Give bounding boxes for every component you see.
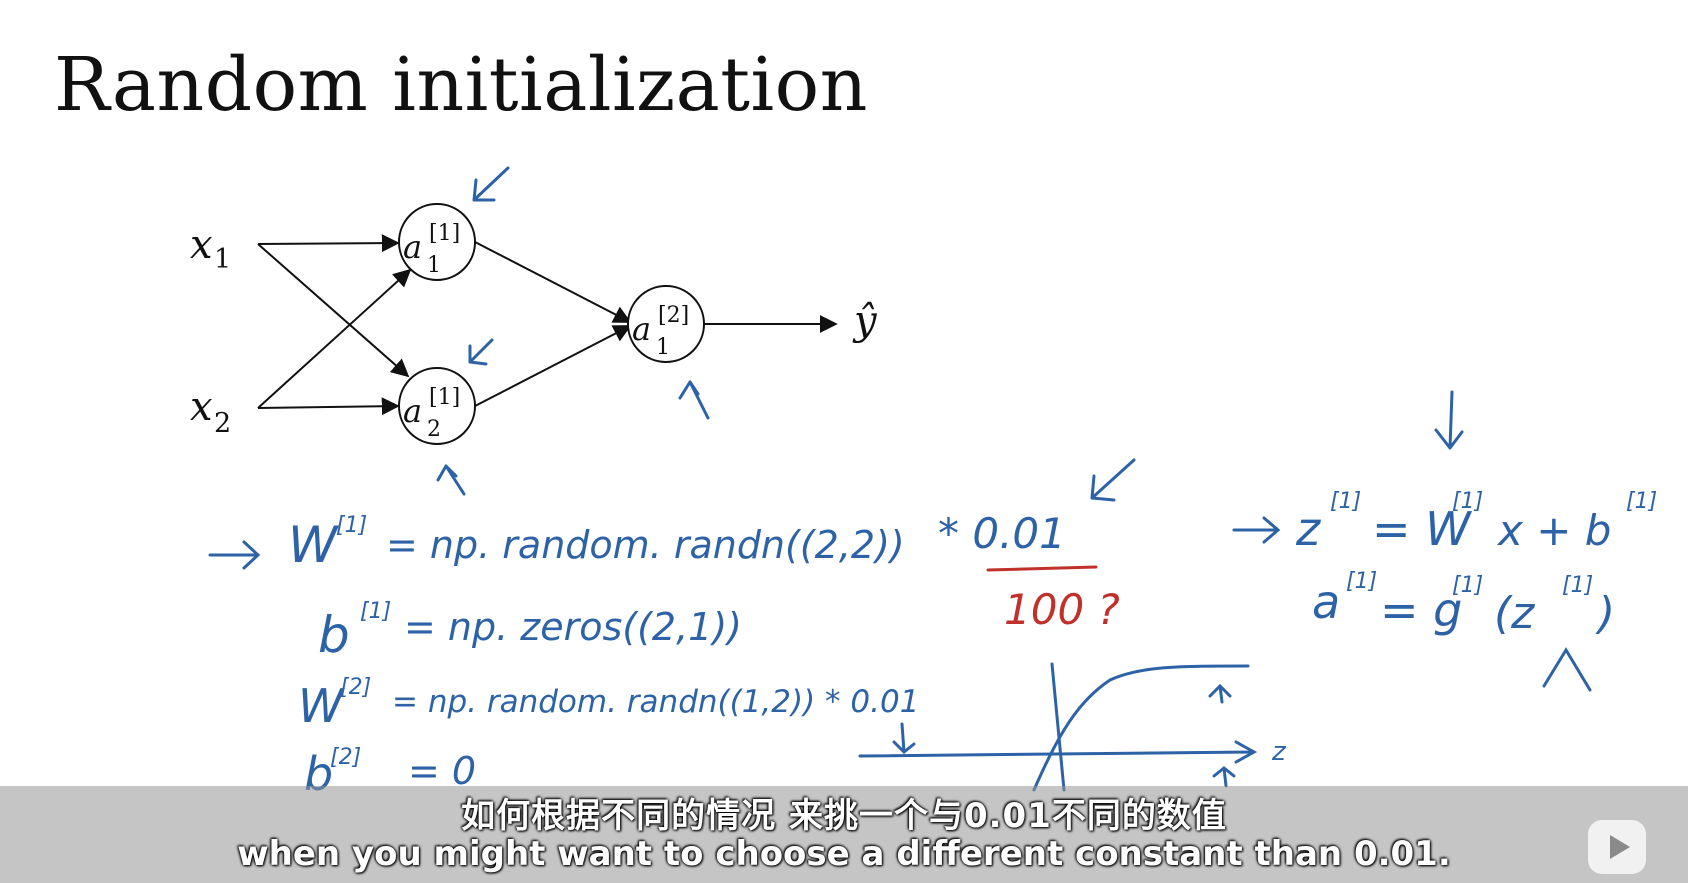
bullet-arrow-w1 bbox=[208, 540, 261, 570]
svg-text:1: 1 bbox=[214, 244, 231, 275]
sketch-axis-label-z: z bbox=[1271, 737, 1287, 767]
svg-text:[2]: [2] bbox=[330, 745, 361, 770]
svg-text:1: 1 bbox=[656, 335, 670, 360]
sketch-arrow-left bbox=[892, 722, 916, 755]
svg-text:x: x bbox=[190, 384, 213, 430]
svg-text:[1]: [1] bbox=[1452, 489, 1483, 514]
network-diagram: x 1 x 2 a 1 [1] a 2 [1] a 1 [2] ŷ bbox=[190, 203, 878, 445]
hand-arrow-eq-bottom bbox=[1542, 647, 1592, 692]
svg-text:W: W bbox=[298, 679, 345, 733]
hand-eq-z1: z [1] = W [1] x + b [1] bbox=[1295, 489, 1657, 556]
play-icon bbox=[1609, 835, 1630, 859]
svg-text:* 0.01: * 0.01 bbox=[938, 509, 1066, 558]
svg-text:): ) bbox=[1595, 588, 1615, 639]
svg-text:[1]: [1] bbox=[1562, 573, 1593, 598]
svg-text:[1]: [1] bbox=[1330, 489, 1361, 514]
sketch-sigmoid-curve bbox=[1032, 664, 1250, 792]
hand-arrow-node2 bbox=[468, 338, 494, 366]
svg-text:= np. random. randn((1,2)) * 0: = np. random. randn((1,2)) * 0.01 bbox=[392, 684, 919, 720]
svg-text:= np. zeros((2,1)): = np. zeros((2,1)) bbox=[404, 605, 742, 649]
hand-eq-a1: a [1] = g [1] (z [1] ) bbox=[1312, 569, 1615, 639]
output-yhat-label: ŷ bbox=[852, 298, 878, 344]
svg-text:2: 2 bbox=[214, 408, 231, 439]
hand-correction-100: 100 ? bbox=[1004, 585, 1120, 634]
svg-text:[1]: [1] bbox=[1626, 489, 1657, 514]
subtitle-english: when you might want to choose a differen… bbox=[237, 834, 1451, 874]
hand-line-w1: W [1] = np. random. randn((2,2)) * 0.01 bbox=[288, 509, 1066, 574]
slide-drawing: x 1 x 2 a 1 [1] a 2 [1] a 1 [2] ŷ W [1] … bbox=[190, 166, 1657, 801]
svg-text:[2]: [2] bbox=[340, 675, 371, 700]
edge-x1-a2 bbox=[257, 243, 410, 378]
bullet-arrow-z1 bbox=[1232, 516, 1281, 544]
svg-text:x: x bbox=[190, 222, 213, 268]
sketch-y-axis bbox=[1050, 662, 1066, 792]
edge-a2-out bbox=[474, 325, 632, 407]
svg-text:z: z bbox=[1295, 502, 1321, 556]
edge-x2-a1 bbox=[257, 268, 412, 409]
player-logo-button[interactable] bbox=[1588, 820, 1646, 874]
hand-arrow-node1 bbox=[472, 166, 510, 202]
svg-text:b: b bbox=[318, 606, 350, 664]
edge-a1-out bbox=[474, 241, 632, 323]
hand-line-b1: b [1] = np. zeros((2,1)) bbox=[318, 599, 742, 664]
hand-arrow-node2-below bbox=[436, 464, 466, 496]
svg-text:[1]: [1] bbox=[429, 385, 460, 410]
svg-text:a: a bbox=[403, 392, 422, 430]
hand-arrow-eq-top bbox=[1434, 390, 1464, 450]
input-x2-label: x 2 bbox=[190, 384, 231, 439]
scale-underline bbox=[986, 565, 1098, 572]
svg-text:a: a bbox=[632, 310, 651, 348]
svg-text:(z: (z bbox=[1494, 588, 1535, 639]
svg-text:= np. random. randn((2,2)): = np. random. randn((2,2)) bbox=[386, 523, 905, 567]
edge-x1-a1 bbox=[257, 234, 400, 253]
svg-text:W: W bbox=[288, 516, 339, 574]
edge-x2-a2 bbox=[257, 397, 400, 416]
svg-text:[2]: [2] bbox=[658, 303, 689, 328]
svg-text:x + b: x + b bbox=[1496, 506, 1611, 555]
hand-arrow-scale bbox=[1090, 458, 1136, 502]
svg-text:[1]: [1] bbox=[1346, 569, 1377, 594]
sketch-arrow-bottom bbox=[1212, 766, 1236, 788]
subtitle-chinese: 如何根据不同的情况 来挑一个与0.01不同的数值 bbox=[461, 796, 1227, 836]
sketch-arrow-top bbox=[1208, 683, 1232, 704]
hand-arrow-output bbox=[678, 380, 710, 420]
svg-text:= g: = g bbox=[1380, 583, 1462, 637]
svg-text:a: a bbox=[1312, 575, 1340, 629]
lecture-slide: Random initialization x 1 x 2 a 1 [1] a … bbox=[0, 0, 1688, 883]
svg-text:[1]: [1] bbox=[1452, 573, 1483, 598]
svg-text:2: 2 bbox=[427, 417, 441, 442]
hand-line-w2: W [2] = np. random. randn((1,2)) * 0.01 bbox=[298, 675, 919, 733]
svg-text:1: 1 bbox=[427, 253, 441, 278]
svg-text:[1]: [1] bbox=[336, 513, 367, 538]
svg-text:[1]: [1] bbox=[429, 221, 460, 246]
svg-text:a: a bbox=[403, 228, 422, 266]
svg-text:[1]: [1] bbox=[360, 599, 391, 624]
input-x1-label: x 1 bbox=[190, 222, 231, 275]
